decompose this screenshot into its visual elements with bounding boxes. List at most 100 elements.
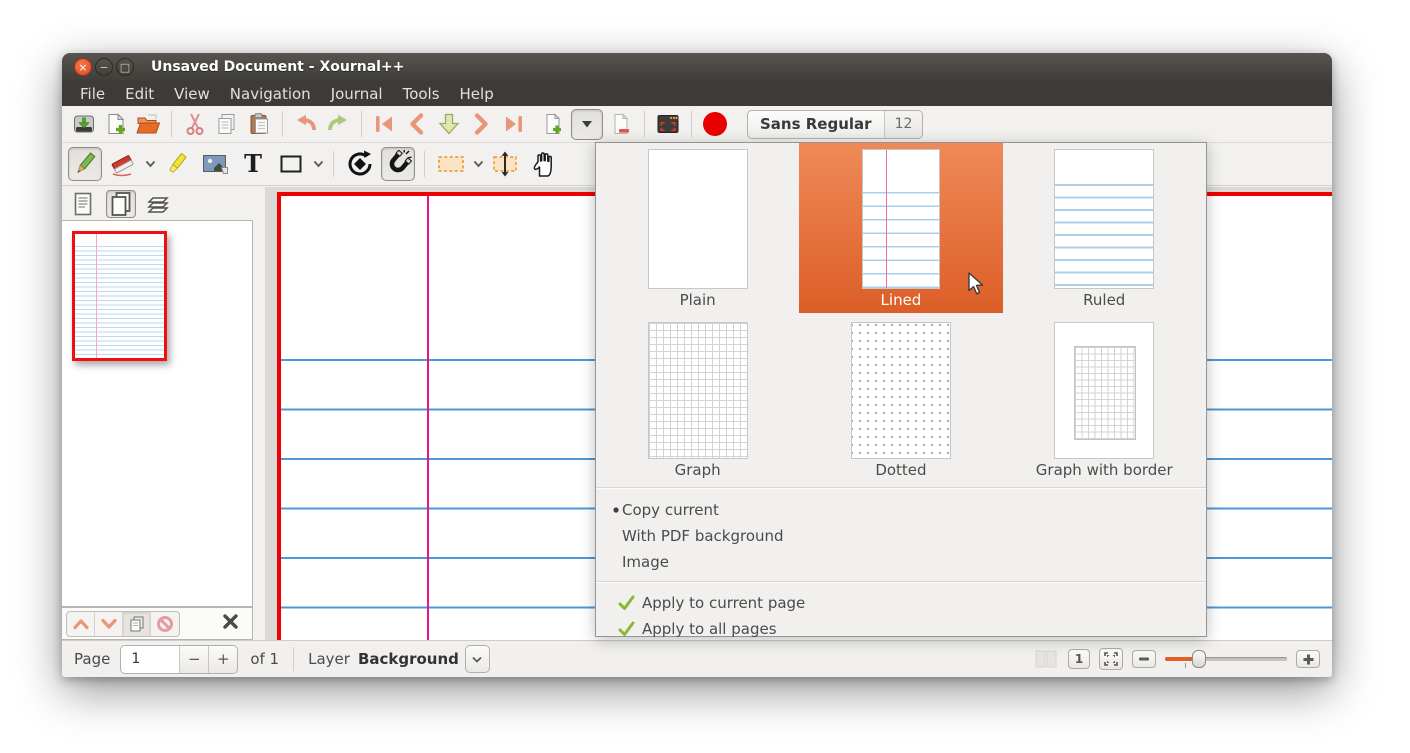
minimize-window-button[interactable]: − (95, 58, 113, 76)
previous-page-button[interactable] (403, 110, 431, 138)
rotation-snap-button[interactable] (343, 147, 377, 181)
template-plain[interactable]: Plain (596, 143, 799, 313)
delete-page-sidebar-button[interactable] (151, 612, 179, 636)
source-copy-current[interactable]: Copy current (610, 497, 1206, 523)
save-button[interactable] (70, 110, 98, 138)
copy-button[interactable] (213, 110, 241, 138)
copy-page-icon (128, 615, 146, 633)
page-preview-list[interactable] (62, 220, 253, 607)
menu-help[interactable]: Help (450, 83, 504, 105)
sidebar-tab-page-preview[interactable] (106, 190, 136, 218)
apply-to-all-pages[interactable]: Apply to all pages (618, 616, 1206, 642)
page-down-button[interactable] (435, 110, 463, 138)
last-page-button[interactable] (499, 110, 527, 138)
highlighter-tool-button[interactable] (160, 147, 194, 181)
layer-dropdown-button[interactable] (465, 645, 490, 673)
eraser-tool-button[interactable] (106, 147, 140, 181)
next-page-icon (470, 112, 492, 136)
insert-page-button[interactable] (539, 110, 567, 138)
zoom-fit-button[interactable] (1099, 648, 1123, 670)
redo-button[interactable] (324, 110, 352, 138)
sidebar (62, 187, 265, 640)
grid-snap-button[interactable] (381, 147, 415, 181)
source-pdf-background[interactable]: With PDF background (610, 523, 1206, 549)
image-tool-button[interactable] (198, 147, 232, 181)
selected-bullet-icon (610, 507, 622, 513)
zoom-slider[interactable] (1165, 649, 1287, 669)
close-sidebar-button[interactable] (223, 614, 238, 633)
first-page-button[interactable] (371, 110, 399, 138)
maximize-window-button[interactable]: □ (116, 58, 134, 76)
ruled-thumbnail (1054, 149, 1154, 289)
zoom-slider-thumb[interactable] (1192, 650, 1206, 668)
select-rectangle-button[interactable] (434, 147, 468, 181)
template-ruled[interactable]: Ruled (1003, 143, 1206, 313)
new-document-button[interactable] (102, 110, 130, 138)
hand-tool-button[interactable] (526, 147, 560, 181)
record-audio-button[interactable] (701, 110, 729, 138)
eraser-options-chevron[interactable] (143, 152, 157, 176)
menu-navigation[interactable]: Navigation (220, 83, 321, 105)
menu-edit[interactable]: Edit (115, 83, 164, 105)
sidebar-tab-layers[interactable] (144, 190, 174, 218)
close-window-button[interactable]: × (74, 58, 92, 76)
text-tool-button[interactable]: T (236, 147, 270, 181)
page-preview-icon (109, 191, 133, 217)
delete-page-button[interactable] (607, 110, 635, 138)
page-decrement-button[interactable]: − (179, 646, 208, 673)
chevron-down-icon (472, 656, 482, 663)
titlebar[interactable]: × − □ Unsaved Document - Xournal++ (62, 53, 1332, 81)
cut-button[interactable] (181, 110, 209, 138)
template-grid: Plain Lined Ruled Graph Dotted (596, 143, 1206, 485)
previous-page-icon (406, 112, 428, 136)
page-number-spinbox[interactable]: 1 − + (120, 645, 238, 674)
shape-options-chevron[interactable] (311, 152, 325, 176)
select-options-chevron[interactable] (471, 152, 485, 176)
template-graph[interactable]: Graph (596, 313, 799, 485)
window-title: Unsaved Document - Xournal++ (151, 59, 404, 75)
apply-options-list: Apply to current page Apply to all pages (596, 585, 1206, 648)
layer-label: Layer (308, 650, 350, 668)
zoom-100-button[interactable]: 1 (1068, 649, 1090, 669)
layers-icon (145, 192, 173, 216)
open-folder-icon (135, 112, 161, 136)
paste-clipboard-icon (247, 112, 271, 136)
open-button[interactable] (134, 110, 162, 138)
menu-view[interactable]: View (164, 83, 220, 105)
zoom-in-button[interactable] (1296, 650, 1320, 668)
menu-file[interactable]: File (70, 83, 115, 105)
vertical-space-button[interactable] (488, 147, 522, 181)
font-selector-button[interactable]: Sans Regular 12 (747, 110, 923, 139)
page-template-dropdown-button[interactable] (571, 109, 603, 140)
fullscreen-icon (655, 112, 681, 136)
next-page-button[interactable] (467, 110, 495, 138)
pen-tool-button[interactable] (68, 147, 102, 181)
forbidden-icon (156, 615, 174, 633)
shape-tool-button[interactable] (274, 147, 308, 181)
copy-page-button[interactable] (123, 612, 151, 636)
new-document-icon (104, 112, 128, 136)
page-increment-button[interactable]: + (208, 646, 237, 673)
undo-button[interactable] (292, 110, 320, 138)
page-label: Page (74, 650, 110, 668)
apply-to-current-page[interactable]: Apply to current page (618, 590, 1206, 616)
template-label: Ruled (1083, 291, 1125, 309)
template-dotted[interactable]: Dotted (799, 313, 1002, 485)
page-number-value[interactable]: 1 (121, 651, 179, 667)
menu-journal[interactable]: Journal (321, 83, 393, 105)
menu-tools[interactable]: Tools (393, 83, 450, 105)
source-image[interactable]: Image (610, 549, 1206, 575)
sidebar-tab-contents[interactable] (68, 190, 98, 218)
page-action-group (66, 611, 180, 637)
page-total-label: of 1 (250, 650, 279, 668)
thumbnail-lines (75, 246, 164, 358)
zoom-out-button[interactable] (1132, 650, 1156, 668)
paste-button[interactable] (245, 110, 273, 138)
template-graph-with-border[interactable]: Graph with border (1003, 313, 1206, 485)
page-down-arrow-icon (437, 112, 461, 136)
layer-value: Background (358, 650, 459, 668)
move-page-down-button[interactable] (95, 612, 123, 636)
move-page-up-button[interactable] (67, 612, 95, 636)
fullscreen-button[interactable] (654, 110, 682, 138)
page-thumbnail-1[interactable] (72, 231, 167, 361)
